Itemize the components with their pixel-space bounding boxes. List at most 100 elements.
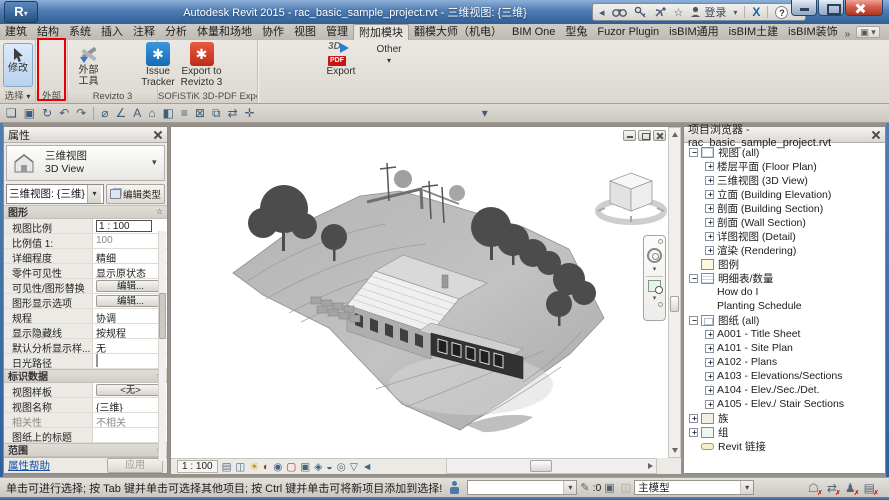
subscription-key-icon[interactable] — [634, 6, 647, 18]
tree-item-3d-view[interactable]: 三维视图 (3D View) — [684, 173, 885, 187]
close-button[interactable] — [845, 0, 883, 16]
tab-isbim-general[interactable]: isBIM通用 — [664, 24, 724, 40]
parts-visibility-value[interactable]: 显示原状态 — [92, 264, 167, 278]
tree-item-families[interactable]: 族 — [684, 411, 885, 425]
view-selector-dropdown[interactable]: 三维视图: {三维} ▾ — [6, 184, 104, 204]
tree-item-rendering[interactable]: 渲染 (Rendering) — [684, 243, 885, 257]
sync-icon[interactable]: ↻ — [42, 104, 52, 122]
aligned-dimension-icon[interactable]: ∠ — [116, 104, 127, 122]
tree-item-how-do-i[interactable]: How do I — [684, 285, 885, 299]
communication-center-icon[interactable] — [654, 6, 667, 18]
expand-box-icon[interactable] — [705, 162, 714, 171]
transfer-standards-icon[interactable]: ⇄ — [228, 104, 238, 122]
editing-requests-icon[interactable]: ✎ — [580, 481, 589, 494]
expand-box-icon[interactable] — [705, 372, 714, 381]
tab-isbim-civil[interactable]: isBIM土建 — [724, 24, 784, 40]
open-icon[interactable]: ❏ — [6, 104, 17, 122]
tab-add-ins[interactable]: 附加模块 — [353, 24, 409, 40]
close-icon[interactable] — [870, 129, 882, 141]
minimize-button[interactable] — [791, 0, 817, 16]
tab-architecture[interactable]: 建筑 — [0, 24, 32, 40]
hidden-lines-value[interactable]: 按规程 — [92, 324, 167, 338]
show-crop-region-icon[interactable]: ▣ — [300, 460, 310, 474]
collapse-box-icon[interactable] — [689, 274, 698, 283]
apply-button[interactable]: 应用 — [107, 458, 163, 473]
type-selector[interactable]: 三维视图 3D View ▾ — [6, 145, 165, 181]
vg-edit-button[interactable]: 编辑... — [96, 280, 165, 292]
help-icon[interactable]: ? — [775, 6, 788, 19]
graphic-display-edit-button[interactable]: 编辑... — [96, 295, 165, 307]
sign-in-caret-icon[interactable]: ▾ — [733, 8, 737, 17]
locked-3d-view-icon[interactable]: ◈ — [314, 460, 322, 474]
collapse-box-icon[interactable] — [689, 316, 698, 325]
tree-item-wall-section[interactable]: 剖面 (Wall Section) — [684, 215, 885, 229]
crop-view-icon[interactable]: ▢ — [286, 460, 296, 474]
scroll-down-arrow[interactable] — [672, 448, 678, 453]
navbar-options-dot[interactable] — [658, 239, 663, 244]
horizontal-scrollbar[interactable] — [446, 458, 657, 474]
favorites-star-icon[interactable]: ☆ — [674, 6, 684, 19]
view-name-value[interactable]: {三维} — [92, 398, 167, 412]
expand-box-icon[interactable] — [705, 344, 714, 353]
steering-wheel-icon[interactable] — [647, 248, 662, 263]
expand-box-icon[interactable] — [705, 330, 714, 339]
tab-annotate[interactable]: 注释 — [128, 24, 160, 40]
panel-label-sofistik[interactable]: SOFiSTiK 3D-PDF Export — [158, 90, 257, 103]
tab-view[interactable]: 视图 — [289, 24, 321, 40]
temporary-hide-isolate-icon[interactable]: ◒ — [326, 460, 332, 474]
application-menu-button[interactable]: R▾ — [4, 1, 38, 23]
scrollbar-thumb[interactable] — [670, 296, 679, 312]
tree-item-schedules[interactable]: 明细表/数量 — [684, 271, 885, 285]
tab-xingtu[interactable]: 型兔 — [560, 24, 592, 40]
view-cube[interactable] — [595, 165, 667, 229]
panel-label-revizto[interactable]: Revizto 3 — [68, 90, 157, 103]
analysis-style-value[interactable]: 无 — [92, 339, 167, 353]
scroll-up-arrow[interactable] — [672, 132, 678, 137]
chevron-down-icon[interactable]: ▾ — [152, 157, 164, 168]
expand-box-icon[interactable] — [705, 232, 714, 241]
tree-item-planting-schedule[interactable]: Planting Schedule — [684, 299, 885, 313]
scrollbar-thumb[interactable] — [159, 293, 166, 339]
switch-windows-icon[interactable]: ⧉ — [212, 104, 221, 122]
modify-button[interactable]: 修改 — [3, 43, 33, 87]
scrollbar-thumb[interactable] — [530, 460, 552, 472]
expand-box-icon[interactable] — [705, 218, 714, 227]
visual-style-icon[interactable]: ◫ — [236, 460, 246, 474]
navigation-bar[interactable]: ▾ ▾ — [643, 235, 666, 321]
select-underlay-icon[interactable]: ▤ — [864, 481, 875, 495]
design-options-dropdown[interactable]: ▾ — [467, 480, 577, 495]
undo-icon[interactable]: ↶ — [59, 104, 69, 122]
reveal-hidden-elements-icon[interactable]: ◎ — [337, 460, 346, 474]
close-icon[interactable] — [152, 129, 164, 141]
properties-help-link[interactable]: 属性帮助 — [8, 458, 50, 473]
expand-box-icon[interactable] — [705, 386, 714, 395]
expand-box-icon[interactable] — [705, 176, 714, 185]
tab-fuzor-plugin[interactable]: Fuzor Plugin — [592, 24, 664, 40]
analytical-model-icon[interactable]: ▽ — [350, 460, 358, 474]
render-icon[interactable]: ◉ — [273, 460, 282, 474]
section-extents[interactable]: 范围☆ — [4, 443, 167, 457]
save-icon[interactable]: ▣ — [24, 104, 35, 122]
tree-item-sheets[interactable]: 图纸 (all) — [684, 313, 885, 327]
scroll-right-arrow[interactable] — [648, 463, 653, 469]
edit-type-button[interactable]: 编辑类型 — [106, 184, 165, 204]
tree-item-legends[interactable]: 图例 — [684, 257, 885, 271]
tree-item-floor-plan[interactable]: 楼层平面 (Floor Plan) — [684, 159, 885, 173]
expand-box-icon[interactable] — [705, 204, 714, 213]
tree-item-sheet-a101[interactable]: A101 - Site Plan — [684, 341, 885, 355]
close-hidden-windows-icon[interactable]: ⊠ — [195, 104, 205, 122]
section-graphics[interactable]: 图形☆ — [4, 205, 167, 219]
tree-item-detail[interactable]: 详图视图 (Detail) — [684, 229, 885, 243]
tab-isbim-decoration[interactable]: isBIM装饰 — [783, 24, 843, 40]
sun-path-icon[interactable]: ☀ — [249, 460, 258, 474]
redo-icon[interactable]: ↷ — [76, 104, 86, 122]
sun-path-checkbox[interactable] — [96, 354, 98, 367]
tab-bim-one[interactable]: BIM One — [507, 24, 560, 40]
properties-scrollbar[interactable] — [158, 231, 166, 461]
tab-collaborate[interactable]: 协作 — [257, 24, 289, 40]
tab-manage[interactable]: 管理 — [321, 24, 353, 40]
title-on-sheet-value[interactable] — [92, 428, 167, 442]
select-pinned-icon[interactable]: ♟ — [845, 481, 856, 495]
detail-level-value[interactable]: 精细 — [92, 249, 167, 263]
project-browser-title-bar[interactable]: 项目浏览器 - rac_basic_sample_project.rvt — [684, 127, 885, 143]
